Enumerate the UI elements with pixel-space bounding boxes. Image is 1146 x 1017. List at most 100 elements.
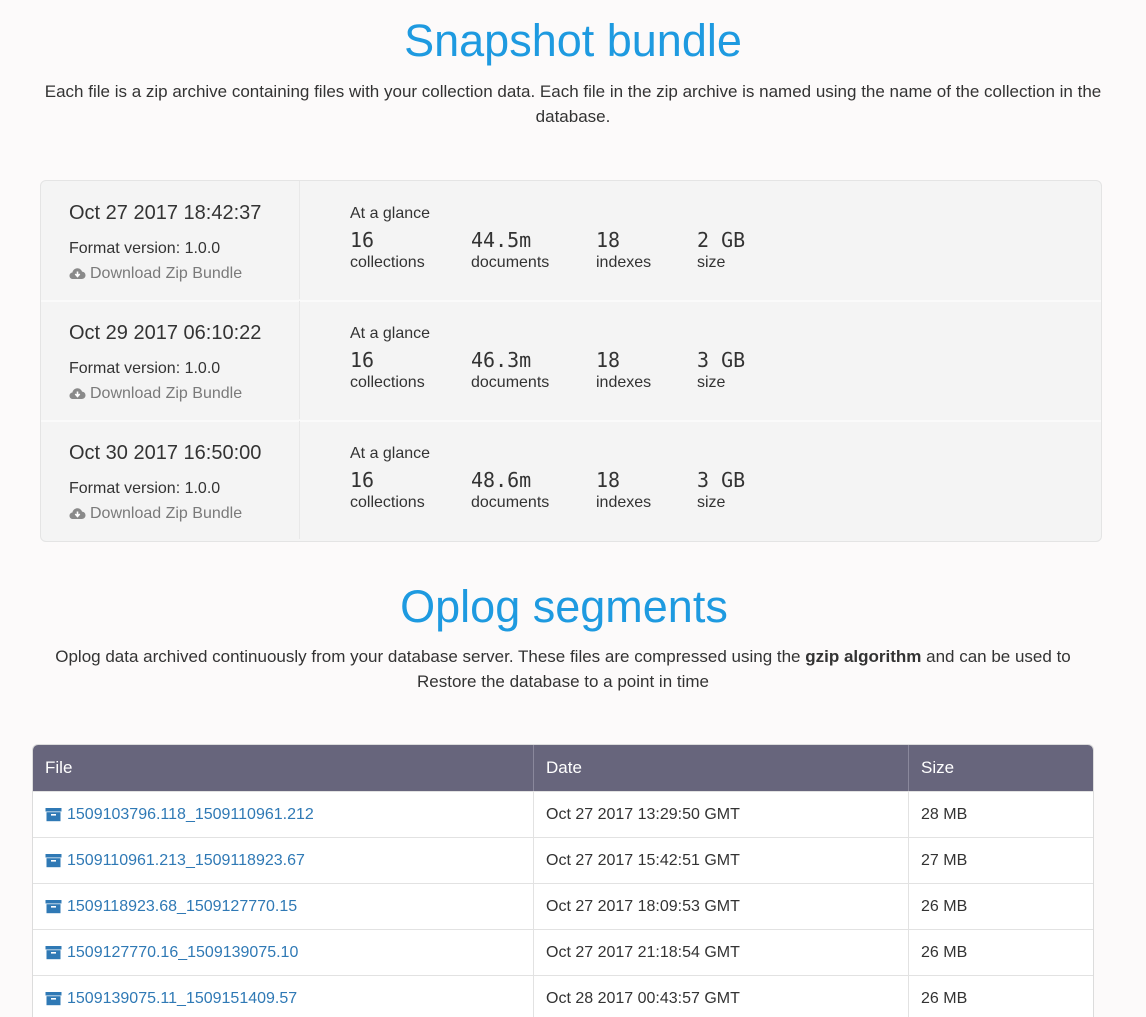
snapshot-row: Oct 29 2017 06:10:22 Format version: 1.0… [41, 300, 1101, 421]
archive-icon [45, 945, 62, 960]
cell-file: 1509110961.213_1509118923.67 [33, 838, 534, 883]
table-row: 1509127770.16_1509139075.10 Oct 27 2017 … [33, 929, 1093, 975]
header-size: Size [921, 758, 955, 777]
stat-collections: 16 collections [350, 467, 425, 513]
download-zip-label: Download Zip Bundle [90, 385, 243, 402]
archive-icon [45, 807, 62, 822]
oplog-file-link[interactable]: 1509110961.213_1509118923.67 [45, 852, 305, 870]
format-version: Format version: 1.0.0 [69, 240, 221, 257]
snapshot-title: Snapshot bundle [404, 15, 742, 66]
stat-documents-label: documents [471, 374, 550, 391]
header-file: File [33, 745, 534, 791]
gzip-algorithm-text: gzip algorithm [805, 647, 922, 666]
snapshot-date: Oct 29 2017 06:10:22 [69, 322, 262, 344]
download-zip-link[interactable]: Download Zip Bundle [69, 505, 242, 523]
format-version: Format version: 1.0.0 [69, 360, 221, 377]
stat-size-label: size [697, 374, 726, 391]
download-zip-label: Download Zip Bundle [90, 265, 243, 282]
download-zip-link[interactable]: Download Zip Bundle [69, 385, 242, 403]
table-row: 1509110961.213_1509118923.67 Oct 27 2017… [33, 837, 1093, 883]
snapshot-date: Oct 27 2017 18:42:37 [69, 202, 262, 224]
stat-indexes-value: 18 [596, 348, 621, 372]
stat-documents: 48.6m documents [471, 467, 549, 513]
stat-size-value: 2 GB [697, 228, 746, 252]
stat-size-label: size [697, 494, 726, 511]
stat-size: 3 GB size [697, 467, 745, 513]
cell-size: 28 MB [921, 805, 968, 823]
stat-collections: 16 collections [350, 347, 425, 393]
cell-size: 26 MB [921, 897, 968, 915]
file-name: 1509110961.213_1509118923.67 [67, 851, 305, 869]
download-zip-label: Download Zip Bundle [90, 505, 243, 522]
table-row: 1509139075.11_1509151409.57 Oct 28 2017 … [33, 975, 1093, 1017]
stat-indexes-label: indexes [596, 254, 652, 271]
snapshot-info: Oct 29 2017 06:10:22 Format version: 1.0… [41, 301, 300, 419]
stat-size-value: 3 GB [697, 348, 746, 372]
cell-file: 1509127770.16_1509139075.10 [33, 930, 534, 975]
cloud-download-icon [69, 507, 86, 521]
cloud-download-icon [69, 387, 86, 401]
at-a-glance-label: At a glance [350, 205, 431, 222]
stat-size-label: size [697, 254, 726, 271]
cell-size: 26 MB [921, 943, 968, 961]
table-row: 1509118923.68_1509127770.15 Oct 27 2017 … [33, 883, 1093, 929]
stat-documents-label: documents [471, 494, 550, 511]
stat-collections-value: 16 [350, 348, 375, 372]
stat-collections-value: 16 [350, 228, 375, 252]
cell-file: 1509139075.11_1509151409.57 [33, 976, 534, 1017]
stat-documents-value: 44.5m [471, 228, 532, 252]
archive-icon [45, 899, 62, 914]
stat-documents-label: documents [471, 254, 550, 271]
stat-documents-value: 46.3m [471, 348, 532, 372]
oplog-file-link[interactable]: 1509139075.11_1509151409.57 [45, 990, 297, 1008]
cell-file: 1509103796.118_1509110961.212 [33, 792, 534, 837]
snapshot-info: Oct 30 2017 16:50:00 Format version: 1.0… [41, 421, 300, 539]
stat-indexes-value: 18 [596, 468, 621, 492]
format-version: Format version: 1.0.0 [69, 480, 221, 497]
download-zip-link[interactable]: Download Zip Bundle [69, 265, 242, 283]
stat-indexes: 18 indexes [596, 347, 651, 393]
stat-size-value: 3 GB [697, 468, 746, 492]
oplog-title: Oplog segments [400, 581, 728, 632]
stat-documents: 46.3m documents [471, 347, 549, 393]
archive-icon [45, 991, 62, 1006]
cloud-download-icon [69, 267, 86, 281]
stat-indexes: 18 indexes [596, 227, 651, 273]
cell-date: Oct 28 2017 00:43:57 GMT [534, 976, 909, 1017]
header-date: Date [534, 745, 909, 791]
stat-size: 3 GB size [697, 347, 745, 393]
stat-collections-label: collections [350, 374, 425, 391]
snapshot-row: Oct 30 2017 16:50:00 Format version: 1.0… [41, 420, 1101, 541]
file-name: 1509127770.16_1509139075.10 [67, 943, 299, 961]
cell-file: 1509118923.68_1509127770.15 [33, 884, 534, 929]
cell-date: Oct 27 2017 18:09:53 GMT [534, 884, 909, 929]
oplog-description: Oplog data archived continuously from yo… [55, 647, 1071, 691]
stat-documents: 44.5m documents [471, 227, 549, 273]
snapshot-list: Oct 27 2017 18:42:37 Format version: 1.0… [40, 180, 1102, 542]
oplog-file-link[interactable]: 1509103796.118_1509110961.212 [45, 806, 314, 824]
stat-size: 2 GB size [697, 227, 745, 273]
snapshot-date: Oct 30 2017 16:50:00 [69, 442, 262, 464]
stat-collections-label: collections [350, 254, 425, 271]
stat-documents-value: 48.6m [471, 468, 532, 492]
snapshot-info: Oct 27 2017 18:42:37 Format version: 1.0… [41, 181, 300, 299]
at-a-glance-label: At a glance [350, 325, 431, 342]
file-name: 1509139075.11_1509151409.57 [67, 989, 298, 1007]
stat-collections: 16 collections [350, 227, 425, 273]
cell-date: Oct 27 2017 21:18:54 GMT [534, 930, 909, 975]
stat-indexes-value: 18 [596, 228, 621, 252]
snapshot-description: Each file is a zip archive containing fi… [44, 82, 1102, 126]
oplog-file-link[interactable]: 1509118923.68_1509127770.15 [45, 898, 297, 916]
stat-collections-value: 16 [350, 468, 375, 492]
stat-indexes-label: indexes [596, 374, 652, 391]
table-row: 1509103796.118_1509110961.212 Oct 27 201… [33, 791, 1093, 837]
cell-size: 26 MB [921, 989, 968, 1007]
cell-date: Oct 27 2017 15:42:51 GMT [534, 838, 909, 883]
file-name: 1509103796.118_1509110961.212 [67, 805, 314, 823]
oplog-file-link[interactable]: 1509127770.16_1509139075.10 [45, 944, 298, 962]
at-a-glance-label: At a glance [350, 445, 431, 462]
stat-indexes: 18 indexes [596, 467, 651, 513]
stat-collections-label: collections [350, 494, 425, 511]
file-name: 1509118923.68_1509127770.15 [67, 897, 298, 915]
cell-size: 27 MB [921, 851, 968, 869]
